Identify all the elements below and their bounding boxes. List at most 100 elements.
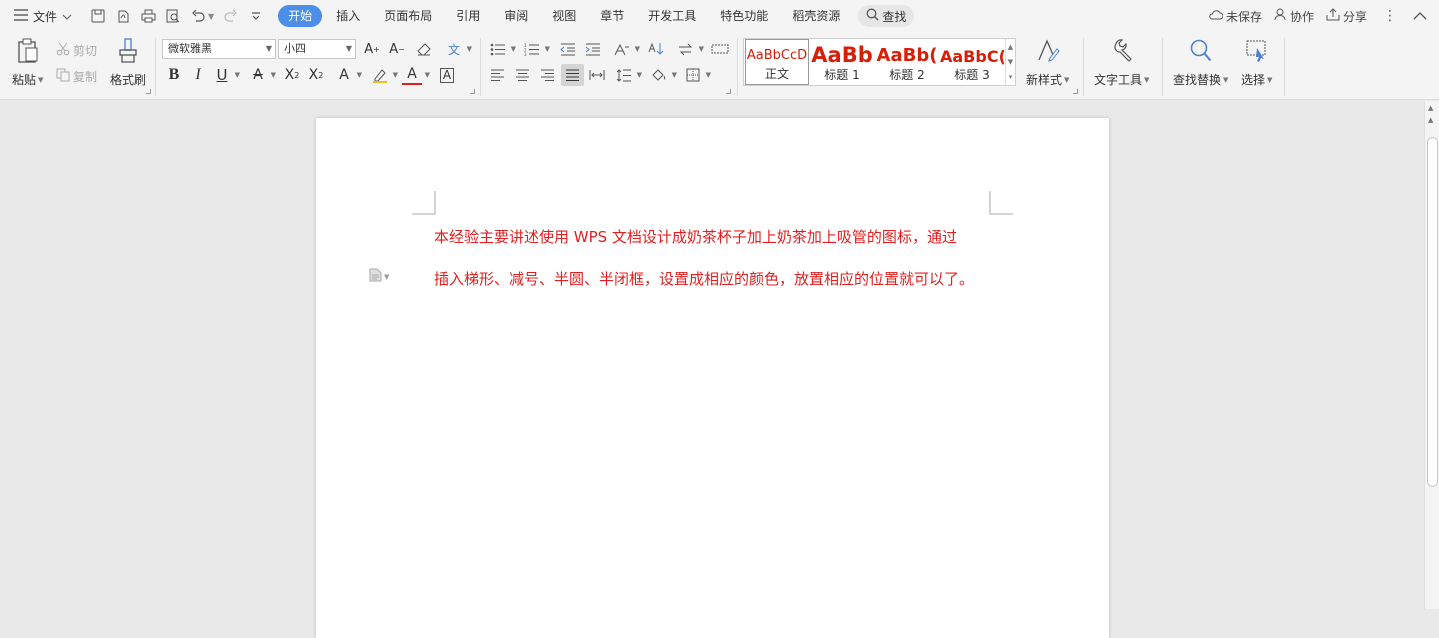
tab-view[interactable]: 视图 [542,5,586,27]
file-menu-button[interactable]: 文件 [0,4,78,28]
bullet-list-icon[interactable]: ▼ [488,39,516,59]
style-heading-2[interactable]: AaBb( 标题 2 [875,39,939,85]
italic-icon[interactable]: I [188,65,208,85]
chinese-layout-icon[interactable]: ▼ [612,39,640,59]
print-icon[interactable] [140,8,156,24]
phonetic-guide-icon[interactable]: 文 ▼ [444,39,472,59]
document-page[interactable]: ▼ 本经验主要讲述使用 WPS 文档设计成奶茶杯子加上奶茶加上吸管的图标，通过 … [316,118,1109,638]
new-style-button[interactable]: 新样式 ▼ [1026,38,1069,88]
text-effect-icon[interactable]: A ▼ [334,65,362,85]
find-replace-button[interactable]: 查找替换 ▼ [1173,38,1228,88]
paragraph-line-2[interactable]: 插入梯形、减号、半圆、半闭框，设置成相应的颜色，放置相应的位置就可以了。 [434,268,974,289]
undo-icon[interactable] [190,8,206,24]
style-heading-3[interactable]: AaBbC( 标题 3 [940,39,1004,85]
paragraph-handle[interactable]: ▼ [369,268,389,285]
sort-icon[interactable] [646,39,666,59]
decrease-indent-icon[interactable] [558,39,578,59]
scroll-up-page-icon[interactable]: ▲ [1428,116,1433,124]
crop-mark-top-right [989,191,1013,215]
output-pdf-icon[interactable] [115,8,131,24]
char-border-icon[interactable]: A [437,65,457,85]
tab-docer-resources[interactable]: 稻壳资源 [782,5,850,27]
shrink-font-icon[interactable]: A − [387,39,407,59]
paste-label: 粘贴 [12,73,37,87]
tab-developer[interactable]: 开发工具 [638,5,706,27]
select-button[interactable]: 选择 ▼ [1241,38,1272,88]
clear-format-icon[interactable] [414,39,434,59]
superscript-icon[interactable]: X2 [282,65,302,85]
align-right-icon[interactable] [537,65,557,85]
bold-icon[interactable]: B [164,65,184,85]
scrollbar-thumb[interactable] [1427,137,1438,487]
print-preview-icon[interactable] [165,8,181,24]
cut-button[interactable]: 剪切 [56,40,97,60]
font-name-select[interactable]: 微软雅黑 ▼ [162,39,276,59]
undo-dropdown-icon[interactable]: ▼ [208,12,214,21]
show-marks-icon[interactable]: ▼ [676,39,704,59]
more-options-icon[interactable]: ⋮ [1379,8,1401,24]
increase-indent-icon[interactable] [583,39,603,59]
collab-button[interactable]: 协作 [1274,8,1314,25]
search-tab[interactable]: 查找 [858,5,915,27]
clipboard-launcher-icon[interactable] [146,89,151,94]
highlight-icon[interactable]: ▼ [370,65,398,85]
style-sample: AaBb( [876,45,938,66]
shading-icon[interactable]: ▼ [649,65,677,85]
style-sample: AaBbCcD [746,48,808,63]
crop-mark-top-left [412,191,436,215]
underline-icon[interactable]: U ▼ [212,65,241,85]
paste-dropdown-icon[interactable]: ▼ [38,76,43,84]
font-size-select[interactable]: 小四 ▼ [278,39,356,59]
format-painter-button[interactable]: 格式刷 [110,38,146,88]
collapse-ribbon-icon[interactable] [1413,9,1427,23]
distribute-icon[interactable] [587,65,607,85]
chevron-down-icon: ▼ [384,272,390,281]
cloud-icon [1208,9,1224,24]
save-icon[interactable] [90,8,106,24]
tab-page-layout[interactable]: 页面布局 [374,5,442,27]
new-style-label: 新样式 [1026,73,1063,87]
numbered-list-icon[interactable]: 1 2 3 ▼ [522,39,550,59]
strikethrough-icon[interactable]: A ▼ [248,65,276,85]
new-style-icon [1036,38,1060,71]
align-left-icon[interactable] [487,65,507,85]
paragraph-launcher-icon[interactable] [726,89,731,94]
font-color-icon[interactable]: A ▼ [402,65,430,85]
copy-button[interactable]: 复制 [56,66,97,86]
styles-launcher-icon[interactable] [1073,89,1078,94]
vertical-scrollbar[interactable]: ▲ ▲ [1424,101,1439,609]
paragraph-line-1[interactable]: 本经验主要讲述使用 WPS 文档设计成奶茶杯子加上奶茶加上吸管的图标，通过 [434,226,957,247]
style-heading-1[interactable]: AaBb 标题 1 [810,39,874,85]
select-label: 选择 [1241,73,1266,87]
font-size-value: 小四 [284,42,306,55]
tab-home[interactable]: 开始 [278,5,323,27]
subscript-icon[interactable]: X2 [306,65,326,85]
share-button[interactable]: 分享 [1326,8,1367,25]
line-spacing-icon[interactable]: ▼ [614,65,642,85]
tab-ruler-icon[interactable] [710,39,730,59]
justify-icon[interactable] [561,64,584,86]
borders-icon[interactable]: ▼ [683,65,711,85]
font-launcher-icon[interactable] [470,89,475,94]
save-status-label: 未保存 [1225,9,1262,24]
ribbon-home: 粘贴 ▼ 剪切 复制 格式刷 微软雅黑 ▼ 小四 ▼ A + A − 文 ▼ B I U ▼ … [0,32,1439,100]
save-status[interactable]: 未保存 [1208,8,1262,25]
grow-font-icon[interactable]: A + [362,39,382,59]
paste-button[interactable]: 粘贴 ▼ [12,38,43,88]
tab-insert[interactable]: 插入 [326,5,370,27]
tab-references[interactable]: 引用 [446,5,490,27]
text-tools-button[interactable]: 文字工具 ▼ [1094,38,1149,88]
scroll-up-icon[interactable]: ▲ [1428,104,1433,112]
chevron-down-icon [62,9,72,23]
tab-chapter[interactable]: 章节 [590,5,634,27]
format-painter-label: 格式刷 [110,73,147,87]
chevron-down-icon[interactable]: ▼ [1008,58,1013,66]
customize-toolbar-icon[interactable] [248,8,264,24]
styles-scroll[interactable]: ▲ ▼ ▾ [1005,39,1015,85]
tab-review[interactable]: 审阅 [494,5,538,27]
expand-gallery-icon[interactable]: ▾ [1009,73,1013,81]
tab-features[interactable]: 特色功能 [710,5,778,27]
style-normal[interactable]: AaBbCcD 正文 [745,39,809,85]
chevron-up-icon[interactable]: ▲ [1008,43,1013,51]
align-center-icon[interactable] [512,65,532,85]
